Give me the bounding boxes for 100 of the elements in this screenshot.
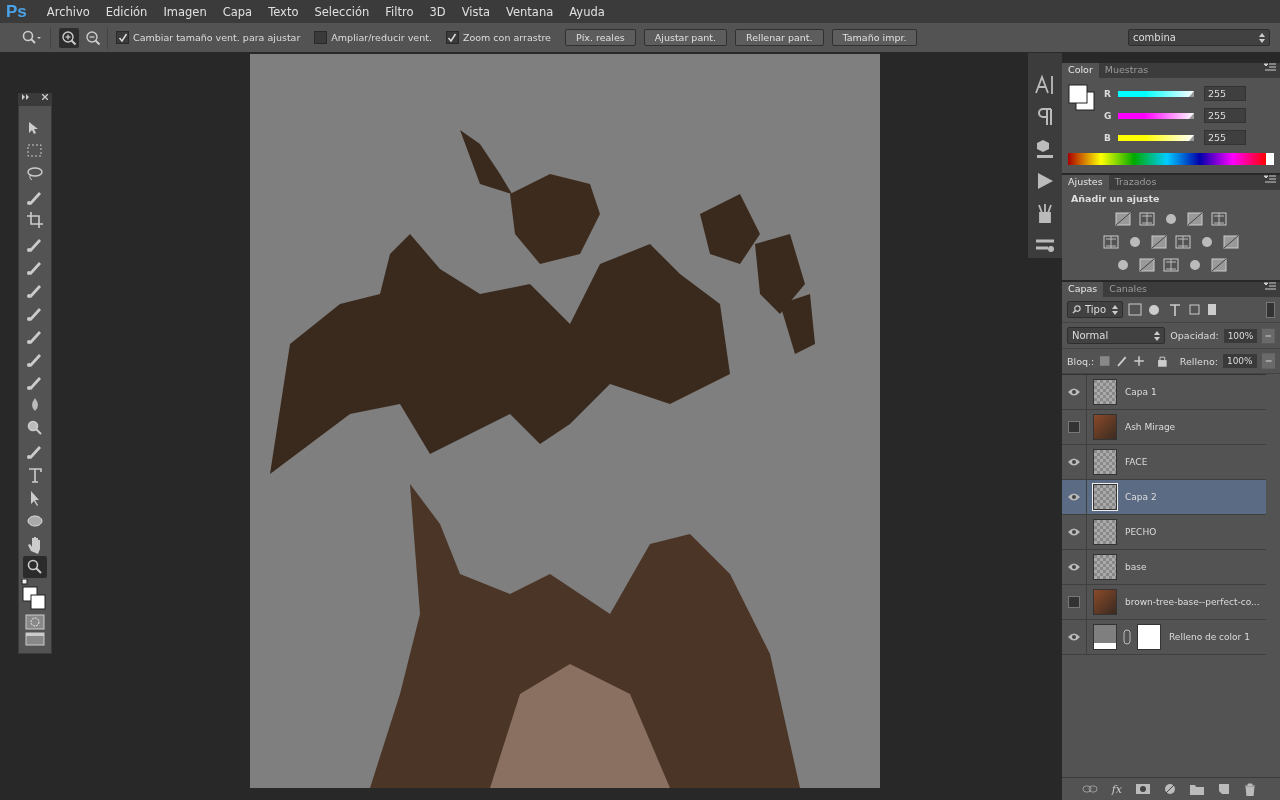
- adjustment-icon[interactable]: [1199, 235, 1215, 249]
- fill-dropdown-button[interactable]: [1261, 353, 1275, 369]
- channel-label: B: [1104, 132, 1112, 143]
- new-layer-icon[interactable]: [1218, 783, 1230, 795]
- adjustment-icon[interactable]: [1163, 212, 1179, 226]
- layer-row[interactable]: Capa 2: [1062, 480, 1266, 515]
- layer-name: base: [1124, 562, 1147, 572]
- menu-item[interactable]: Imagen: [155, 4, 215, 19]
- color-spectrum-bar[interactable]: [1068, 153, 1274, 165]
- channel-value-field[interactable]: 255: [1204, 86, 1246, 101]
- zoom-in-icon[interactable]: [59, 27, 79, 48]
- lock-label: Bloq.:: [1067, 355, 1095, 367]
- close-icon[interactable]: [42, 94, 48, 100]
- adjustment-icon[interactable]: [1211, 258, 1227, 272]
- adjustment-layer-icon[interactable]: [1164, 783, 1176, 795]
- workspace-dropdown[interactable]: combina: [1128, 29, 1270, 46]
- panel-tab[interactable]: Color: [1062, 63, 1099, 78]
- option-checkbox[interactable]: Ampliar/reducir vent.: [314, 31, 432, 44]
- channel-slider[interactable]: [1118, 112, 1194, 119]
- filter-toggle[interactable]: [1266, 301, 1275, 318]
- collapse-icon[interactable]: [22, 94, 30, 100]
- foreground-background-swatch-icon[interactable]: [1068, 84, 1096, 112]
- eye-icon[interactable]: [1067, 492, 1081, 502]
- layer-row[interactable]: brown-tree-base--perfect-co...: [1062, 585, 1266, 620]
- chain-link-icon[interactable]: [1123, 629, 1131, 645]
- layer-row[interactable]: FACE: [1062, 445, 1266, 480]
- quick-mask-icon[interactable]: [25, 614, 45, 631]
- menu-item[interactable]: Filtro: [377, 4, 422, 19]
- panel-tab[interactable]: Canales: [1103, 282, 1153, 297]
- panel-tab[interactable]: Capas: [1062, 282, 1104, 297]
- adjustment-icon[interactable]: [1139, 258, 1155, 272]
- screen-mode-icon[interactable]: [25, 631, 45, 648]
- trash-icon[interactable]: [1244, 782, 1256, 796]
- visibility-toggle[interactable]: [1068, 421, 1080, 433]
- menu-item[interactable]: Texto: [260, 4, 307, 19]
- menu-item[interactable]: Ventana: [498, 4, 562, 19]
- menu-item[interactable]: Edición: [97, 4, 156, 19]
- layer-style-button[interactable]: fx: [1111, 782, 1122, 796]
- stepper-arrows-icon: [1154, 330, 1161, 341]
- zoom-option-button[interactable]: Tamaño impr.: [831, 29, 918, 46]
- panel-tab[interactable]: Ajustes: [1062, 175, 1109, 190]
- checkmark-icon: [117, 32, 128, 43]
- layer-mask-thumbnail: [1137, 624, 1161, 650]
- adjustment-icon[interactable]: [1223, 235, 1239, 249]
- menu-item[interactable]: Archivo: [38, 4, 98, 19]
- channel-label: G: [1104, 110, 1112, 121]
- menu-item[interactable]: 3D: [421, 4, 454, 19]
- layer-row[interactable]: base: [1062, 550, 1266, 585]
- layer-row[interactable]: PECHO: [1062, 515, 1266, 550]
- folder-icon[interactable]: [1190, 783, 1204, 795]
- layer-filter-icons-drawing[interactable]: [1128, 302, 1218, 317]
- layer-row[interactable]: Ash Mirage: [1062, 410, 1266, 445]
- adjustment-icon[interactable]: [1115, 212, 1131, 226]
- panel-heading: Añadir un ajuste: [1070, 192, 1161, 206]
- opacity-label: Opacidad:: [1170, 330, 1219, 341]
- layer-thumbnail: [1093, 379, 1117, 405]
- channel-slider[interactable]: [1118, 134, 1194, 141]
- opacity-dropdown-button[interactable]: [1262, 327, 1275, 344]
- layer-name: FACE: [1124, 457, 1148, 467]
- adjustment-icon[interactable]: [1151, 235, 1167, 249]
- visibility-toggle[interactable]: [1068, 596, 1080, 608]
- option-checkbox[interactable]: Zoom con arrastre: [445, 31, 551, 44]
- zoom-tool-icon[interactable]: [23, 555, 47, 578]
- menu-item[interactable]: Ayuda: [561, 4, 613, 19]
- channel-slider[interactable]: [1118, 90, 1194, 97]
- adjustment-icon[interactable]: [1127, 235, 1143, 249]
- blend-mode-dropdown[interactable]: Normal: [1067, 327, 1166, 344]
- opacity-field[interactable]: 100%: [1223, 328, 1258, 343]
- color-swatches-icon[interactable]: [21, 578, 49, 613]
- zoom-option-button[interactable]: Píx. reales: [564, 29, 636, 46]
- fill-layer-thumbnail: [1093, 624, 1117, 650]
- link-icon[interactable]: [1081, 784, 1098, 794]
- fill-field[interactable]: 100%: [1222, 354, 1257, 368]
- menu-item[interactable]: Selección: [306, 4, 378, 19]
- layer-row[interactable]: Capa 1: [1062, 375, 1266, 410]
- channel-value-field[interactable]: 255: [1204, 130, 1246, 145]
- layer-filter-dropdown[interactable]: Tipo: [1067, 301, 1123, 318]
- zoom-option-button[interactable]: Ajustar pant.: [643, 29, 727, 46]
- layer-name: brown-tree-base--perfect-co...: [1124, 597, 1260, 607]
- layer-row[interactable]: Relleno de color 1: [1062, 620, 1266, 655]
- eye-icon[interactable]: [1067, 632, 1081, 642]
- menu-item[interactable]: Vista: [453, 4, 498, 19]
- add-mask-icon[interactable]: [1136, 784, 1150, 794]
- adjustment-icon[interactable]: [1115, 258, 1131, 272]
- menu-item[interactable]: Capa: [214, 4, 261, 19]
- eye-icon[interactable]: [1067, 562, 1081, 572]
- layer-name: Capa 1: [1124, 387, 1157, 397]
- eye-icon[interactable]: [1067, 387, 1081, 397]
- eye-icon[interactable]: [1067, 457, 1081, 467]
- channel-value-field[interactable]: 255: [1204, 108, 1246, 123]
- panel-tab[interactable]: Trazados: [1108, 175, 1163, 190]
- zoom-tool-preset-icon[interactable]: [20, 29, 42, 46]
- zoom-option-button[interactable]: Rellenar pant.: [735, 29, 824, 46]
- layer-name: Capa 2: [1124, 492, 1157, 502]
- panel-tab[interactable]: Muestras: [1098, 63, 1155, 78]
- option-checkbox[interactable]: Cambiar tamaño vent. para ajustar: [116, 31, 301, 44]
- adjustment-icon[interactable]: [1187, 212, 1203, 226]
- adjustment-icon[interactable]: [1187, 258, 1203, 272]
- lock-options-icons-drawing[interactable]: [1099, 355, 1170, 367]
- eye-icon[interactable]: [1067, 527, 1081, 537]
